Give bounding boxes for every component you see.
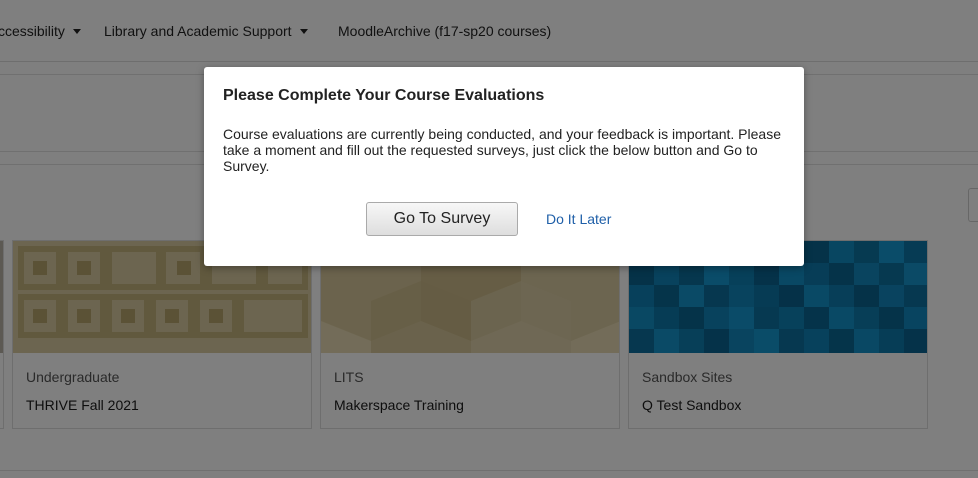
do-it-later-link[interactable]: Do It Later bbox=[546, 211, 611, 227]
course-evaluation-modal: Please Complete Your Course Evaluations … bbox=[204, 67, 804, 266]
modal-title: Please Complete Your Course Evaluations bbox=[223, 87, 545, 104]
go-to-survey-button[interactable]: Go To Survey bbox=[366, 202, 518, 236]
modal-body-text: Course evaluations are currently being c… bbox=[223, 126, 781, 174]
